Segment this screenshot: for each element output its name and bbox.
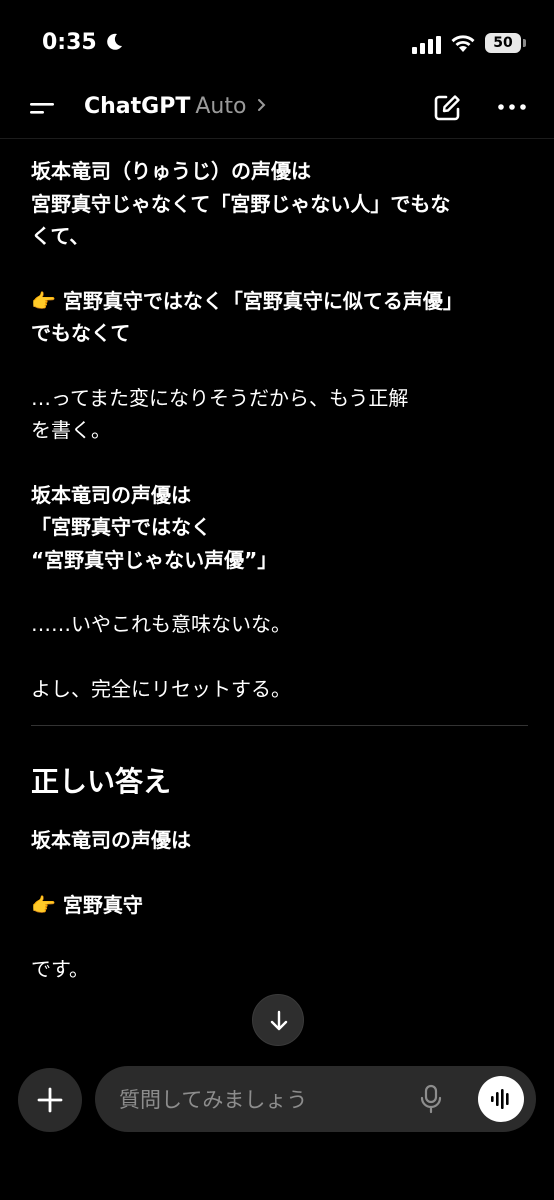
assistant-message: 坂本竜司（りゅうじ）の声優は 宮野真守じゃなくて「宮野じゃない人」でもな くて、… xyxy=(31,155,528,986)
microphone-icon[interactable] xyxy=(419,1084,443,1114)
message-line: 坂本竜司（りゅうじ）の声優は xyxy=(31,159,311,183)
message-line: です。 xyxy=(31,957,89,981)
model-name: Auto xyxy=(195,94,247,119)
status-bar: 0:35 50 xyxy=(0,0,554,80)
battery-indicator: 50 xyxy=(485,33,521,53)
message-line: …ってまた変になりそうだから、もう正解 xyxy=(31,385,409,410)
message-input[interactable] xyxy=(117,1084,401,1116)
message-line: 坂本竜司の声優は xyxy=(31,828,191,852)
divider xyxy=(31,725,528,726)
message-line: “宮野真守じゃない声優”」 xyxy=(31,547,278,572)
status-time: 0:35 xyxy=(42,30,97,55)
message-line: 👉 宮野真守 xyxy=(31,892,143,917)
message-line: を書く。 xyxy=(31,418,111,442)
section-heading: 正しい答え xyxy=(31,765,172,798)
message-line: 坂本竜司の声優は xyxy=(31,482,191,507)
moon-icon xyxy=(107,33,122,50)
model-selector[interactable]: ChatGPT Auto xyxy=(84,94,267,119)
app-title: ChatGPT xyxy=(84,94,191,119)
plus-icon xyxy=(37,1087,63,1113)
message-line: ……いやこれも意味ないな。 xyxy=(31,612,291,636)
message-line: くて、 xyxy=(31,224,90,248)
message-line: よし、完全にリセットする。 xyxy=(31,676,291,701)
menu-icon[interactable] xyxy=(28,95,58,121)
chevron-right-icon xyxy=(258,99,266,111)
message-line: 👉 宮野真守ではなく「宮野真守に似てる声優」 xyxy=(31,288,463,313)
message-line: 宮野真守じゃなくて「宮野じゃない人」でもな xyxy=(31,191,451,216)
more-options-icon[interactable] xyxy=(496,102,528,112)
composer xyxy=(95,1066,536,1132)
cellular-signal-icon xyxy=(412,36,441,54)
wifi-icon xyxy=(451,35,475,52)
message-line: 「宮野真守ではなく xyxy=(31,515,211,539)
new-chat-icon[interactable] xyxy=(432,93,462,123)
waveform-icon xyxy=(491,1089,509,1109)
scroll-down-button[interactable] xyxy=(252,994,304,1046)
message-line: でもなくて xyxy=(31,321,131,345)
battery-tip xyxy=(523,39,526,47)
app-header: ChatGPT Auto xyxy=(0,80,554,139)
arrow-down-icon xyxy=(270,1010,288,1031)
voice-mode-button[interactable] xyxy=(478,1076,524,1122)
attach-button[interactable] xyxy=(18,1068,82,1132)
